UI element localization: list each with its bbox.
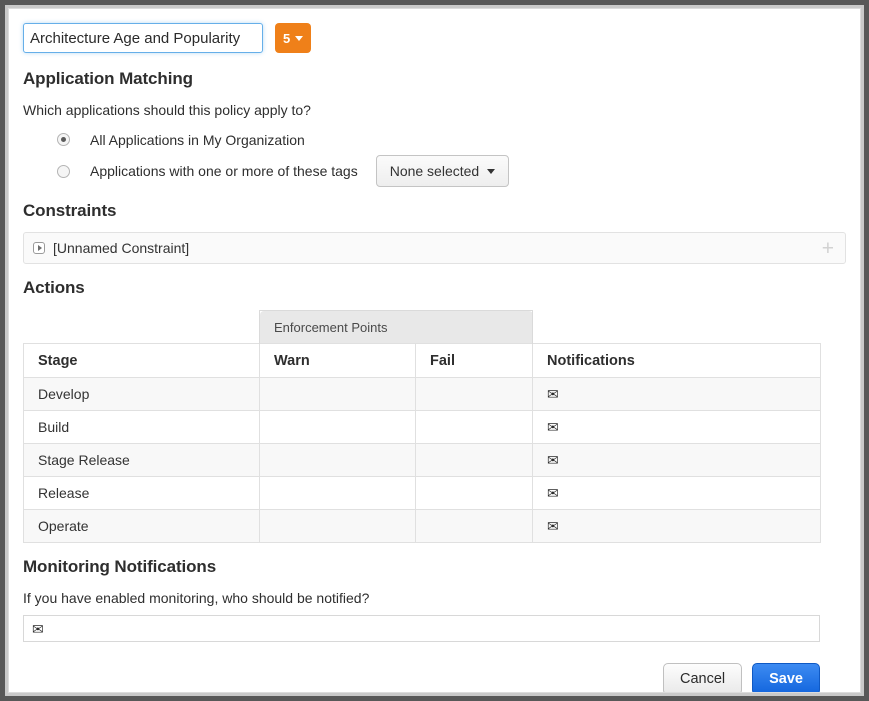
cell-notifications[interactable]: ✉	[533, 411, 821, 444]
monitoring-notifications-heading: Monitoring Notifications	[23, 557, 846, 577]
radio-label-tagged-applications: Applications with one or more of these t…	[90, 163, 358, 179]
table-row[interactable]: Develop ✉	[24, 378, 821, 411]
cell-stage: Build	[24, 411, 260, 444]
column-header-notifications: Notifications	[533, 344, 821, 378]
policy-version-button[interactable]: 5	[275, 23, 311, 53]
save-button[interactable]: Save	[752, 663, 820, 693]
policy-title-row: 5	[23, 21, 846, 55]
actions-table: Enforcement Points Stage Warn Fail Notif…	[23, 310, 821, 543]
group-header-spacer-right	[533, 311, 821, 344]
cell-notifications[interactable]: ✉	[533, 477, 821, 510]
envelope-icon[interactable]: ✉	[547, 386, 559, 402]
cancel-button[interactable]: Cancel	[663, 663, 742, 693]
cell-notifications[interactable]: ✉	[533, 510, 821, 543]
application-matching-heading: Application Matching	[23, 69, 846, 89]
group-header-spacer-left	[24, 311, 260, 344]
radio-all-applications[interactable]	[57, 133, 70, 146]
cell-fail[interactable]	[416, 477, 533, 510]
constraints-heading: Constraints	[23, 201, 846, 221]
table-row[interactable]: Operate ✉	[24, 510, 821, 543]
column-header-fail: Fail	[416, 344, 533, 378]
tags-dropdown-label: None selected	[390, 163, 480, 179]
actions-column-header-row: Stage Warn Fail Notifications	[24, 344, 821, 378]
cell-fail[interactable]	[416, 510, 533, 543]
table-row[interactable]: Release ✉	[24, 477, 821, 510]
table-row[interactable]: Stage Release ✉	[24, 444, 821, 477]
envelope-icon[interactable]: ✉	[547, 452, 559, 468]
constraint-name-label: [Unnamed Constraint]	[53, 240, 822, 256]
app-window: 5 Application Matching Which application…	[0, 0, 869, 701]
constraint-list-item[interactable]: [Unnamed Constraint] +	[23, 232, 846, 264]
chevron-down-icon	[295, 36, 303, 41]
cell-notifications[interactable]: ✉	[533, 378, 821, 411]
cell-warn[interactable]	[260, 510, 416, 543]
cell-notifications[interactable]: ✉	[533, 444, 821, 477]
monitoring-recipients-input[interactable]: ✉	[23, 615, 820, 642]
envelope-icon[interactable]: ✉	[547, 419, 559, 435]
application-matching-question: Which applications should this policy ap…	[23, 102, 846, 118]
policy-editor-panel: 5 Application Matching Which application…	[8, 8, 861, 693]
cell-stage: Stage Release	[24, 444, 260, 477]
actions-table-wrap: Enforcement Points Stage Warn Fail Notif…	[23, 310, 846, 543]
table-row[interactable]: Build ✉	[24, 411, 821, 444]
column-header-warn: Warn	[260, 344, 416, 378]
cell-fail[interactable]	[416, 378, 533, 411]
cell-warn[interactable]	[260, 477, 416, 510]
cell-warn[interactable]	[260, 411, 416, 444]
expand-triangle-icon[interactable]	[33, 242, 45, 254]
cell-warn[interactable]	[260, 378, 416, 411]
policy-name-input[interactable]	[23, 23, 263, 53]
actions-heading: Actions	[23, 278, 846, 298]
radio-row-tagged-applications[interactable]: Applications with one or more of these t…	[23, 155, 846, 187]
tags-dropdown-button[interactable]: None selected	[376, 155, 510, 187]
cell-fail[interactable]	[416, 444, 533, 477]
envelope-icon[interactable]: ✉	[32, 622, 44, 636]
envelope-icon[interactable]: ✉	[547, 518, 559, 534]
monitoring-notifications-question: If you have enabled monitoring, who shou…	[23, 590, 846, 606]
enforcement-points-group-header: Enforcement Points	[260, 311, 533, 344]
actions-group-header-row: Enforcement Points	[24, 311, 821, 344]
radio-tagged-applications[interactable]	[57, 165, 70, 178]
actions-table-body: Develop ✉ Build ✉	[24, 378, 821, 543]
radio-label-all-applications: All Applications in My Organization	[90, 132, 305, 148]
envelope-icon[interactable]: ✉	[547, 485, 559, 501]
cell-stage: Develop	[24, 378, 260, 411]
radio-row-all-applications[interactable]: All Applications in My Organization	[23, 127, 846, 152]
chevron-down-icon	[487, 169, 495, 174]
policy-version-label: 5	[283, 31, 290, 46]
cell-stage: Operate	[24, 510, 260, 543]
add-constraint-icon[interactable]: +	[822, 238, 836, 259]
cell-stage: Release	[24, 477, 260, 510]
form-actions-footer: Cancel Save	[23, 663, 820, 693]
application-matching-options: All Applications in My Organization Appl…	[23, 127, 846, 187]
cell-warn[interactable]	[260, 444, 416, 477]
cell-fail[interactable]	[416, 411, 533, 444]
column-header-stage: Stage	[24, 344, 260, 378]
